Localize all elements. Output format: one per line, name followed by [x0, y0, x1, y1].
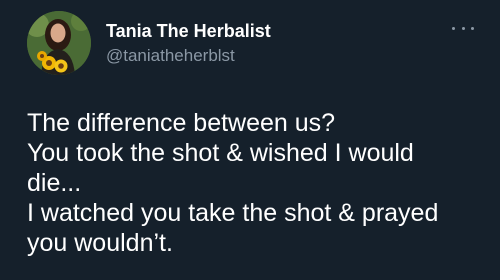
tweet-text: The difference between us? You took the … [27, 108, 492, 258]
tweet-text-line: The difference between us? [27, 109, 336, 137]
tweet-text-line: I watched you take the shot & prayed [27, 199, 439, 227]
ellipsis-dot [471, 26, 474, 30]
avatar[interactable] [27, 11, 91, 75]
tweet-text-line: You took the shot & wished I would [27, 139, 414, 167]
tweet-card: Tania The Herbalist @taniatheherblst The… [0, 0, 500, 280]
ellipsis-dot [461, 26, 465, 30]
author-handle[interactable]: @taniatheherblst [106, 45, 235, 67]
tweet-text-line: you wouldn’t. [27, 229, 173, 257]
profile-photo-icon [27, 11, 91, 75]
author-display-name[interactable]: Tania The Herbalist [106, 20, 271, 42]
ellipsis-dot [452, 26, 455, 30]
tweet-text-line: die... [27, 169, 82, 197]
ellipsis-icon[interactable] [452, 21, 474, 35]
